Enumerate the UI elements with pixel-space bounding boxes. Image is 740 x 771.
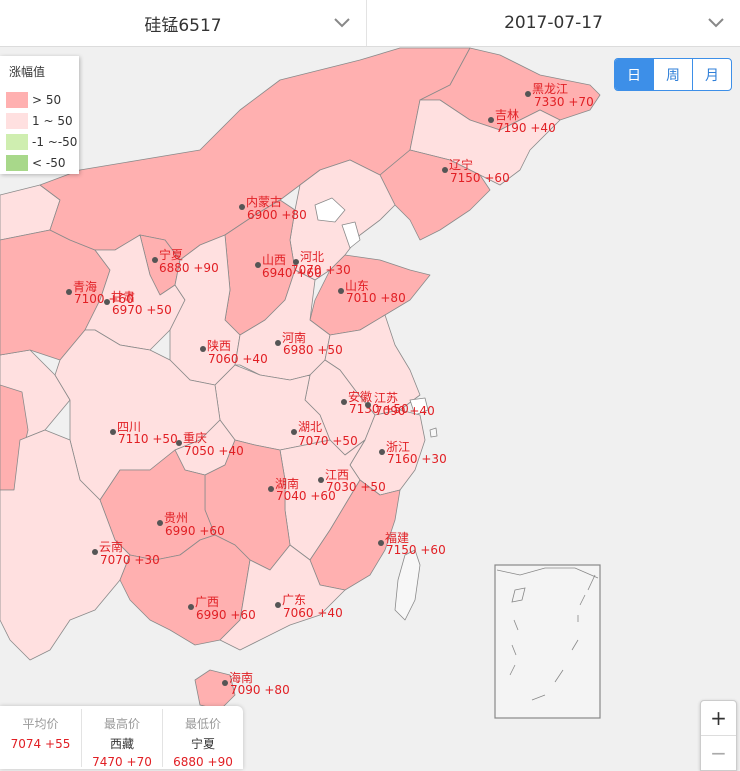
svg-text:6900 +80: 6900 +80 bbox=[247, 208, 307, 222]
svg-text:辽宁: 辽宁 bbox=[449, 157, 473, 172]
legend-swatch bbox=[6, 134, 28, 150]
svg-text:7070 +50: 7070 +50 bbox=[298, 434, 358, 448]
legend-item[interactable]: < -50 bbox=[6, 155, 65, 171]
stat-label: 最高价 bbox=[103, 717, 140, 731]
svg-text:湖北: 湖北 bbox=[298, 419, 322, 434]
svg-text:广西: 广西 bbox=[195, 595, 219, 609]
legend-item[interactable]: > 50 bbox=[6, 92, 61, 108]
svg-text:河北: 河北 bbox=[300, 250, 324, 264]
tab-week[interactable]: 周 bbox=[653, 59, 692, 90]
price-summary: 平均价 7074 +55 最高价 西藏 7470 +70 最低价 宁夏 6880… bbox=[0, 706, 243, 769]
date-selector[interactable]: 2017-07-17 bbox=[367, 0, 740, 46]
svg-text:6880 +90: 6880 +90 bbox=[159, 261, 219, 275]
tab-month[interactable]: 月 bbox=[692, 59, 731, 90]
stat-value: 7470 +70 bbox=[92, 755, 152, 769]
svg-text:7110 +50: 7110 +50 bbox=[118, 432, 178, 446]
tab-day[interactable]: 日 bbox=[615, 59, 653, 90]
province-marker[interactable]: 内蒙古6900 +80 bbox=[239, 194, 307, 222]
svg-text:宁夏: 宁夏 bbox=[159, 247, 183, 262]
svg-text:7070 +30: 7070 +30 bbox=[100, 553, 160, 567]
svg-text:陕西: 陕西 bbox=[207, 338, 231, 353]
stat-label: 最低价 bbox=[184, 717, 221, 731]
legend-label: < -50 bbox=[32, 156, 66, 170]
svg-text:7050 +40: 7050 +40 bbox=[184, 444, 244, 458]
province-marker[interactable]: 海南7090 +80 bbox=[222, 670, 290, 697]
south-china-sea-inset bbox=[494, 564, 601, 719]
svg-text:6970 +50: 6970 +50 bbox=[112, 303, 172, 317]
svg-text:贵州: 贵州 bbox=[164, 511, 188, 525]
province-marker[interactable]: 福建7150 +60 bbox=[378, 530, 446, 557]
legend-swatch bbox=[6, 92, 28, 108]
svg-text:7090 +40: 7090 +40 bbox=[375, 404, 435, 418]
svg-text:6990 +60: 6990 +60 bbox=[165, 524, 225, 538]
stat-province: 宁夏 bbox=[190, 737, 215, 751]
stat-average: 平均价 7074 +55 bbox=[0, 709, 81, 767]
svg-text:7090 +80: 7090 +80 bbox=[230, 683, 290, 697]
map-svg: 黑龙江7330 +70 吉林7190 +40 辽宁7150 +60 内蒙古690… bbox=[0, 47, 601, 719]
svg-text:7060 +40: 7060 +40 bbox=[208, 352, 268, 366]
svg-text:7040 +60: 7040 +60 bbox=[276, 489, 336, 503]
zoom-control: + − bbox=[700, 700, 737, 771]
legend-swatch bbox=[6, 113, 28, 129]
chevron-down-icon bbox=[334, 18, 350, 28]
svg-text:7150 +60: 7150 +60 bbox=[386, 543, 446, 557]
svg-text:7060 +40: 7060 +40 bbox=[283, 606, 343, 620]
period-toggle: 日 周 月 bbox=[614, 58, 732, 91]
svg-text:吉林: 吉林 bbox=[495, 108, 519, 122]
stat-label: 平均价 bbox=[22, 717, 59, 731]
svg-text:6990 +60: 6990 +60 bbox=[196, 608, 256, 622]
svg-text:黑龙江: 黑龙江 bbox=[532, 82, 568, 96]
svg-text:甘肃: 甘肃 bbox=[111, 290, 135, 304]
legend-swatch bbox=[6, 155, 28, 171]
legend-label: > 50 bbox=[32, 93, 62, 107]
svg-text:6980 +50: 6980 +50 bbox=[283, 343, 343, 357]
svg-text:内蒙古: 内蒙古 bbox=[246, 194, 282, 209]
svg-text:7330 +70: 7330 +70 bbox=[534, 95, 594, 109]
svg-text:山西: 山西 bbox=[262, 253, 286, 267]
svg-text:7150 +60: 7150 +60 bbox=[450, 171, 510, 185]
legend-label: -1 ~-50 bbox=[32, 135, 78, 149]
top-bar: 硅锰6517 2017-07-17 bbox=[0, 0, 740, 47]
svg-text:江苏: 江苏 bbox=[374, 391, 398, 405]
product-label: 硅锰6517 bbox=[144, 15, 222, 36]
svg-text:7010 +80: 7010 +80 bbox=[346, 291, 406, 305]
stat-lowest: 最低价 宁夏 6880 +90 bbox=[162, 709, 243, 769]
region-taiwan bbox=[394, 549, 421, 621]
stat-highest: 最高价 西藏 7470 +70 bbox=[81, 709, 162, 769]
zoom-out-button[interactable]: − bbox=[701, 735, 736, 770]
svg-text:6940 +60: 6940 +60 bbox=[262, 266, 322, 280]
legend-item[interactable]: 1 ~ 50 bbox=[6, 113, 73, 129]
svg-text:7190 +40: 7190 +40 bbox=[496, 121, 556, 135]
china-price-map[interactable]: 黑龙江 7330 +70 吉林 7190 +40 辽宁 7150 +60 内蒙古 690… bbox=[0, 47, 740, 769]
product-selector[interactable]: 硅锰6517 bbox=[0, 0, 367, 46]
svg-text:7160 +30: 7160 +30 bbox=[387, 452, 447, 466]
svg-text:广东: 广东 bbox=[282, 593, 306, 607]
legend-title: 涨幅值 bbox=[9, 65, 46, 79]
svg-text:重庆: 重庆 bbox=[183, 431, 207, 445]
date-label: 2017-07-17 bbox=[504, 13, 603, 33]
chevron-down-icon bbox=[708, 18, 724, 28]
svg-text:云南: 云南 bbox=[99, 539, 123, 554]
zoom-in-button[interactable]: + bbox=[701, 701, 736, 735]
stat-value: 7074 +55 bbox=[10, 737, 71, 751]
stat-province: 西藏 bbox=[109, 737, 134, 751]
stat-value: 6880 +90 bbox=[173, 755, 233, 769]
legend-item[interactable]: -1 ~-50 bbox=[6, 134, 77, 150]
legend-label: 1 ~ 50 bbox=[32, 114, 73, 128]
map-legend: 涨幅值 > 50 1 ~ 50 -1 ~-50 < -50 bbox=[0, 56, 79, 174]
